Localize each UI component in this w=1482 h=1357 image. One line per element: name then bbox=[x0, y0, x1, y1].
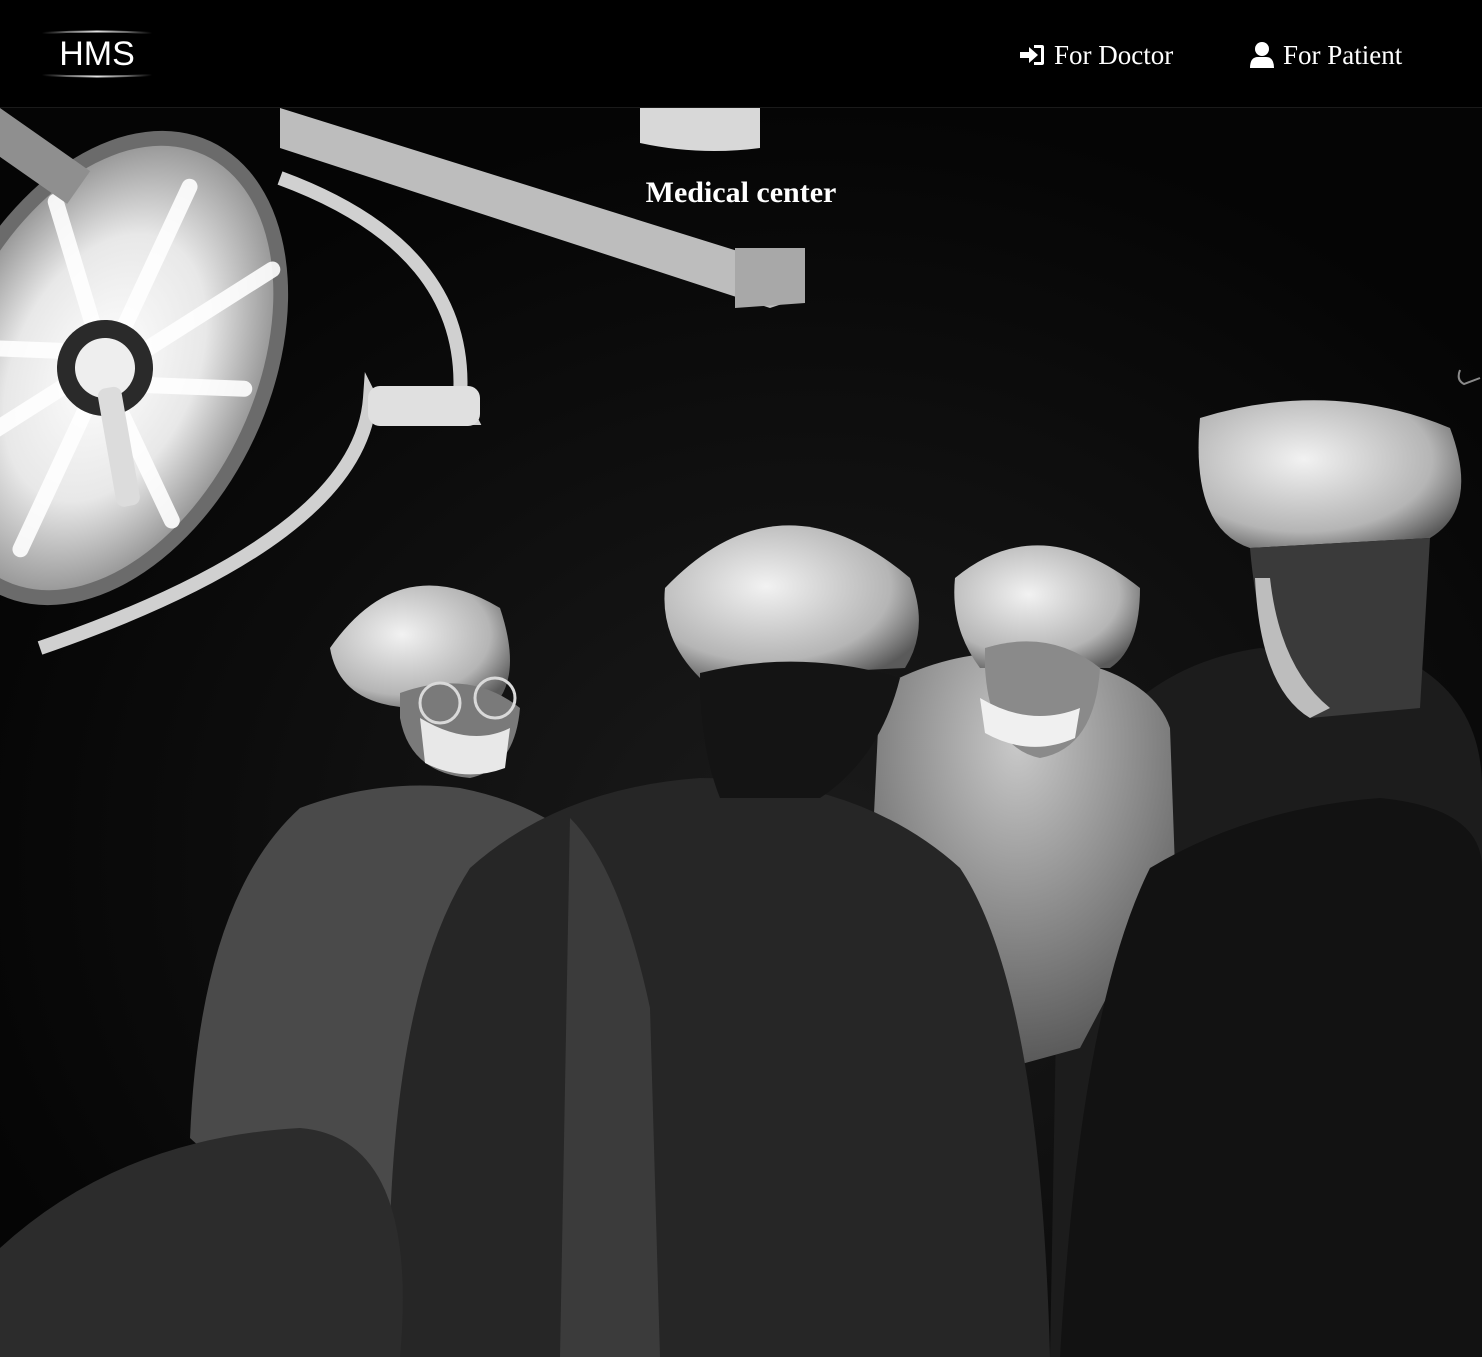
nav-link-label: For Patient bbox=[1283, 39, 1403, 70]
hero-title: Medical center bbox=[645, 176, 837, 209]
nav-link-for-doctor[interactable]: For Doctor bbox=[1018, 36, 1173, 74]
hero-section: Medical center bbox=[0, 108, 1482, 1357]
nav-link-for-patient[interactable]: For Patient bbox=[1249, 36, 1402, 74]
hms-logo[interactable]: HMS bbox=[38, 30, 156, 78]
sign-in-icon bbox=[1018, 43, 1046, 67]
hero-background-image bbox=[0, 108, 1482, 1357]
nav-link-label: For Doctor bbox=[1054, 39, 1174, 70]
user-icon bbox=[1249, 41, 1275, 69]
logo-text: HMS bbox=[59, 34, 135, 73]
top-navbar: HMS For Doctor For Patient bbox=[0, 0, 1482, 108]
